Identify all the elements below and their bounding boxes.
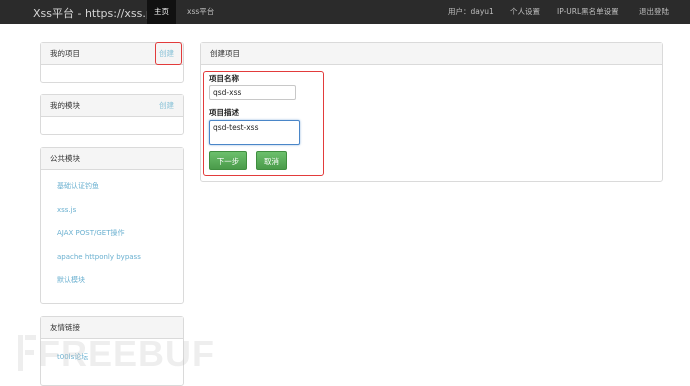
project-name-label: 项目名称	[209, 74, 239, 83]
top-navbar: Xss平台 - https://xss.pt 主页 xss平台 用户：dayu1…	[0, 0, 690, 24]
friend-links-title: 友情链接	[50, 323, 80, 332]
module-link[interactable]: xss.js	[57, 202, 183, 226]
create-project-title: 创建项目	[210, 49, 240, 58]
create-module-link[interactable]: 创建	[159, 95, 174, 116]
my-modules-header: 我的模块 创建	[41, 95, 183, 117]
brand-title[interactable]: Xss平台 - https://xss.pt	[33, 5, 157, 21]
nav-user[interactable]: 用户：dayu1	[448, 0, 494, 24]
nav-xss-platform[interactable]: xss平台	[187, 0, 214, 24]
project-desc-label: 项目描述	[209, 108, 239, 117]
watermark-text: FREEBUF	[38, 333, 215, 374]
nav-blacklist-settings[interactable]: IP-URL黑名单设置	[557, 0, 619, 24]
next-step-button[interactable]: 下一步	[209, 151, 247, 170]
module-link[interactable]: AJAX POST/GET操作	[57, 225, 183, 249]
module-link[interactable]: apache httponly bypass	[57, 249, 183, 273]
nav-settings[interactable]: 个人设置	[510, 0, 540, 24]
public-modules-panel: 公共模块 基础认证钓鱼 xss.js AJAX POST/GET操作 apach…	[40, 147, 184, 304]
freebuf-logo-icon	[18, 335, 36, 371]
cancel-button[interactable]: 取消	[256, 151, 287, 170]
project-desc-textarea[interactable]: qsd-test-xss	[209, 120, 300, 145]
my-modules-panel: 我的模块 创建	[40, 94, 184, 135]
freebuf-watermark: FREEBUF	[16, 333, 216, 377]
public-modules-list: 基础认证钓鱼 xss.js AJAX POST/GET操作 apache htt…	[41, 170, 183, 296]
my-modules-title: 我的模块	[50, 101, 80, 110]
project-name-input[interactable]: qsd-xss	[209, 85, 296, 100]
module-link[interactable]: 默认模块	[57, 272, 183, 296]
create-project-header: 创建项目	[201, 43, 662, 65]
nav-home[interactable]: 主页	[147, 0, 176, 24]
my-projects-title: 我的项目	[50, 49, 80, 58]
create-link-highlight	[155, 42, 182, 65]
public-modules-title: 公共模块	[50, 154, 80, 163]
module-link[interactable]: 基础认证钓鱼	[57, 178, 183, 202]
nav-logout[interactable]: 退出登陆	[639, 0, 669, 24]
public-modules-header: 公共模块	[41, 148, 183, 170]
